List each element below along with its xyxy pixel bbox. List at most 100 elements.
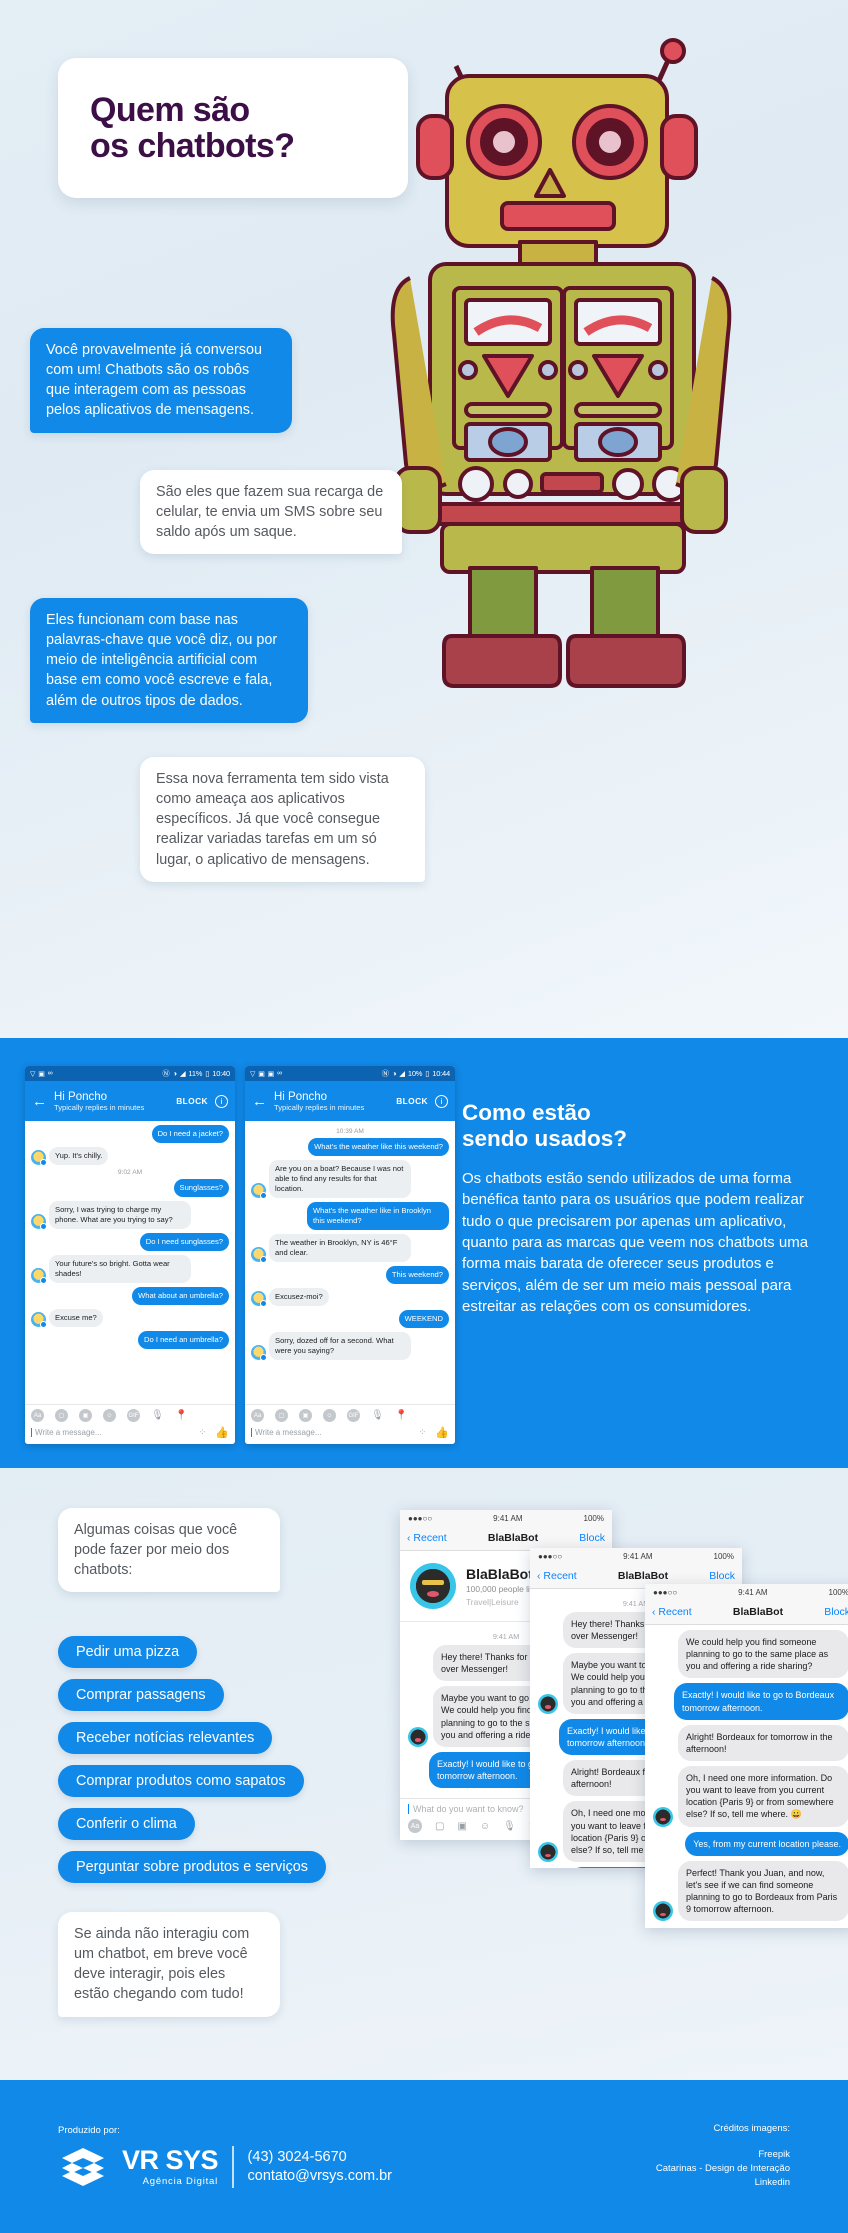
text-format-icon[interactable]: Aa — [408, 1819, 422, 1834]
image-icon: ▣ — [258, 1070, 265, 1078]
brand-name: VR SYS — [122, 2145, 219, 2175]
footer: Produzido por: VR SYS Agência Digital (4… — [0, 2080, 848, 2233]
contact-name: Hi Poncho — [54, 1090, 108, 1103]
capability-pill-1[interactable]: Pedir uma pizza — [58, 1636, 198, 1668]
avatar — [31, 1150, 47, 1167]
avatar — [31, 1268, 47, 1285]
credit-item: Freepik — [758, 2148, 790, 2160]
back-recent-button[interactable]: ‹ Recent — [407, 1532, 447, 1544]
clock: 9:41 AM — [623, 1551, 653, 1561]
message-row: Oh, I need one more information. Do you … — [653, 1765, 848, 1827]
contact-subtitle: Typically replies in minutes — [274, 1102, 365, 1112]
capability-pill-2[interactable]: Comprar passagens — [58, 1679, 224, 1711]
signal-dots-icon: ●●●○○ — [538, 1551, 563, 1561]
message-bubble: The weather in Brooklyn, NY is 46°F and … — [269, 1234, 411, 1263]
more-apps-icon[interactable]: ⁘ — [199, 1427, 207, 1438]
capability-pill-4[interactable]: Comprar produtos como sapatos — [58, 1765, 304, 1797]
message-input[interactable]: Write a message... — [251, 1428, 322, 1437]
composer-actions: ⁘ 👍 — [199, 1426, 229, 1439]
usage-heading-line-1: Como estão — [462, 1100, 591, 1125]
hero-section: Quem são os chatbots? Você provavelmente… — [0, 0, 848, 1038]
message-row: Sorry, I was trying to charge my phone. … — [31, 1201, 229, 1231]
gif-icon[interactable]: GIF — [127, 1409, 140, 1422]
avatar — [538, 1841, 558, 1862]
vrsys-logo-icon — [58, 2146, 108, 2188]
battery-percent: 11% — [188, 1069, 203, 1078]
thumbs-up-icon[interactable]: 👍 — [435, 1426, 449, 1439]
avatar — [653, 1901, 673, 1922]
message-composer: Aa ▢ ▣ ☺ GIF 🎙 📍 Write a message... ⁘ 👍 — [25, 1404, 235, 1444]
message-bubble: WEEKEND — [398, 1310, 449, 1329]
usage-body: Os chatbots estão sendo utilizados de um… — [462, 1170, 809, 1315]
clock: 10:40 — [212, 1069, 230, 1078]
back-arrow-icon[interactable]: ← — [252, 1094, 267, 1109]
phone-screenshot-left: ▽ ▣ ∞ Ⓝ ◑ ◢ 11% ▯ 10:40 ← Hi Poncho Typi… — [25, 1066, 235, 1444]
block-button[interactable]: Block — [579, 1532, 605, 1544]
emoji-icon[interactable]: ☺ — [103, 1409, 116, 1422]
camera-icon[interactable]: ▢ — [55, 1409, 68, 1422]
message-input[interactable]: Write a message... — [31, 1428, 102, 1437]
message-bubble: Oh, I need one more information. Do you … — [678, 1765, 848, 1827]
text-format-icon[interactable]: Aa — [251, 1409, 264, 1422]
block-button[interactable]: Block — [709, 1570, 735, 1582]
status-left-icons: ▽ ▣ ▣ ∞ — [250, 1070, 282, 1078]
avatar — [251, 1183, 267, 1200]
info-icon[interactable]: i — [435, 1094, 448, 1108]
signal-dots-icon: ●●●○○ — [653, 1587, 678, 1597]
gif-icon[interactable]: GIF — [347, 1409, 360, 1422]
nfc-icon: Ⓝ — [381, 1069, 390, 1078]
vibrate-icon: ◑ — [391, 1069, 397, 1078]
capability-pill-6[interactable]: Perguntar sobre produtos e serviços — [58, 1851, 326, 1883]
hero-bubble-4: Essa nova ferramenta tem sido vista como… — [140, 757, 425, 882]
contact-subtitle: Typically replies in minutes — [54, 1102, 145, 1112]
capability-pill-5[interactable]: Conferir o clima — [58, 1808, 195, 1840]
footer-divider — [232, 2146, 234, 2188]
message-bubble: Sorry, dozed off for a second. What were… — [269, 1332, 411, 1361]
gallery-icon[interactable]: ▣ — [457, 1821, 466, 1832]
text-format-icon[interactable]: Aa — [31, 1409, 44, 1422]
contact-info: Hi Poncho Typically replies in minutes — [54, 1091, 169, 1112]
microphone-icon[interactable]: 🎙 — [371, 1409, 384, 1422]
more-apps-icon[interactable]: ⁘ — [419, 1427, 427, 1438]
gallery-icon[interactable]: ▣ — [299, 1409, 312, 1422]
back-recent-button[interactable]: ‹ Recent — [537, 1570, 577, 1582]
back-recent-button[interactable]: ‹ Recent — [652, 1606, 692, 1618]
microphone-icon[interactable]: 🎙 — [151, 1409, 164, 1422]
location-icon[interactable]: 📍 — [395, 1409, 408, 1422]
page-title: Quem são os chatbots? — [90, 91, 295, 165]
block-button[interactable]: Block — [824, 1606, 848, 1618]
camera-icon[interactable]: ▢ — [435, 1821, 444, 1832]
block-button[interactable]: BLOCK — [396, 1096, 428, 1106]
avatar — [408, 1726, 428, 1747]
avatar — [653, 1806, 673, 1827]
message-bubble: Do I need a jacket? — [151, 1125, 229, 1144]
signal-dots-icon: ●●●○○ — [408, 1513, 433, 1523]
messenger-header: ← Hi Poncho Typically replies in minutes… — [245, 1081, 455, 1121]
brand-text: VR SYS Agência Digital — [122, 2145, 219, 2188]
clock: 9:41 AM — [738, 1587, 768, 1597]
capabilities-section: Algumas coisas que você pode fazer por m… — [0, 1468, 848, 2080]
emoji-icon[interactable]: ☺ — [480, 1821, 490, 1832]
camera-icon[interactable]: ▢ — [275, 1409, 288, 1422]
android-phone-screenshots: ▽ ▣ ∞ Ⓝ ◑ ◢ 11% ▯ 10:40 ← Hi Poncho Typi… — [25, 1066, 455, 1444]
capability-pill-3[interactable]: Receber notícias relevantes — [58, 1722, 273, 1754]
block-button[interactable]: BLOCK — [176, 1096, 208, 1106]
signal-icon: ◢ — [399, 1069, 405, 1078]
footer-right: Créditos imagens: Freepik Catarinas - De… — [656, 2123, 790, 2191]
microphone-icon[interactable]: 🎙 — [503, 1821, 516, 1832]
message-thread: Do I need a jacket? Yup. It's chilly. 9:… — [25, 1121, 235, 1404]
iphone-screenshot-3: ●●●○○ 9:41 AM 100% ‹ Recent BlaBlaBot Bl… — [645, 1584, 848, 1928]
emoji-icon[interactable]: ☺ — [323, 1409, 336, 1422]
nav-title: BlaBlaBot — [617, 1570, 669, 1582]
avatar — [251, 1247, 267, 1264]
avatar — [538, 1693, 558, 1714]
location-icon[interactable]: 📍 — [175, 1409, 188, 1422]
battery-icon: ▯ — [425, 1069, 430, 1078]
message-row: Are you on a boat? Because I was not abl… — [251, 1160, 449, 1200]
message-bubble: Do I need sunglasses? — [139, 1233, 229, 1252]
capabilities-outro-bubble: Se ainda não interagiu com um chatbot, e… — [58, 1912, 280, 2017]
back-arrow-icon[interactable]: ← — [32, 1094, 47, 1109]
gallery-icon[interactable]: ▣ — [79, 1409, 92, 1422]
info-icon[interactable]: i — [215, 1094, 228, 1108]
thumbs-up-icon[interactable]: 👍 — [215, 1426, 229, 1439]
